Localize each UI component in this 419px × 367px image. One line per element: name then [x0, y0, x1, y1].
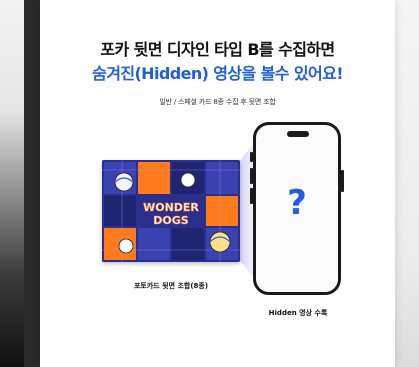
phone-side-button [250, 188, 253, 204]
photocard-artwork-icon: WONDER DOGS [102, 160, 240, 262]
card-text-line-2: DOGS [153, 214, 189, 227]
background-right-strip [395, 0, 419, 367]
phone-icon: ? [253, 122, 341, 295]
promo-panel: 포카 뒷면 디자인 타입 B를 수집하면 숨겨진(Hidden) 영상을 볼수 … [40, 0, 395, 367]
phone-side-button [250, 152, 253, 162]
phone-caption: Hidden 영상 수록 [268, 309, 328, 317]
card-caption: 포토카드 뒷면 조합(8종) [133, 282, 209, 290]
hidden-video-question-mark: ? [287, 183, 307, 223]
phone-side-button [341, 170, 344, 192]
card-text-line-1: WONDER [143, 201, 199, 214]
phone-side-button [250, 168, 253, 184]
background-left-strip [0, 0, 24, 367]
phone-notch [287, 131, 309, 137]
photocard-back-combo: WONDER DOGS [102, 160, 240, 262]
